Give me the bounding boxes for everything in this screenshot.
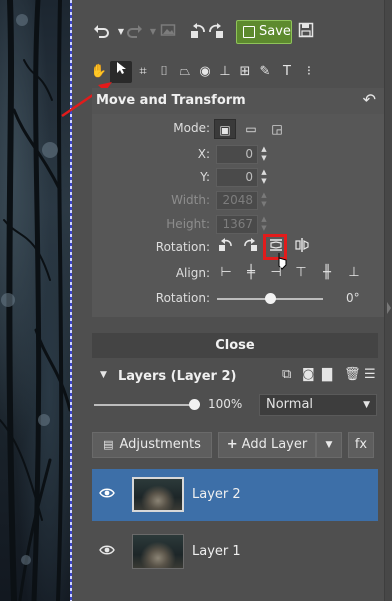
panel-title: Move and Transform [96, 93, 246, 108]
menu-icon[interactable]: ☰ [364, 367, 376, 382]
opacity-slider-knob[interactable] [189, 399, 200, 410]
add-layer-dropdown-icon[interactable]: ▼ [316, 432, 342, 458]
visibility-eye-icon[interactable] [98, 486, 116, 504]
height-stepper-icon[interactable]: ▲ ▼ [260, 215, 268, 234]
layer-name: Layer 2 [192, 487, 241, 502]
top-toolbar: ▼ ▼ Save [84, 16, 384, 48]
save-button[interactable]: Save [236, 20, 292, 44]
grid-icon[interactable]: ⊞ [234, 61, 256, 83]
redo-icon[interactable] [124, 22, 144, 42]
rotate-left-90-icon[interactable] [216, 237, 236, 257]
blend-mode-select[interactable]: Normal ▼ [259, 394, 377, 416]
width-input[interactable]: 2048 [216, 191, 258, 210]
plus-icon: + [226, 437, 238, 452]
x-label: X: [197, 147, 210, 161]
layers-title: Layers (Layer 2) [118, 369, 237, 384]
mode-fill-icon[interactable]: ◲ [266, 119, 288, 139]
rotate-right-90-icon[interactable] [240, 237, 260, 257]
close-button[interactable]: Close [92, 333, 378, 358]
opacity-row: 100% Normal ▼ [92, 392, 384, 418]
height-label: Height: [166, 217, 210, 231]
rotation-label: Rotation: [155, 240, 210, 254]
save-label: Save [259, 24, 291, 39]
rotation-value: 0° [346, 291, 360, 305]
red-eye-icon[interactable]: ◉ [194, 61, 216, 83]
fx-button[interactable]: fx [348, 432, 374, 458]
save-as-icon[interactable] [296, 22, 316, 42]
x-input[interactable]: 0 [216, 145, 258, 164]
align-top-icon[interactable]: ⊤ [291, 263, 311, 283]
width-label: Width: [171, 193, 210, 207]
opacity-value: 100% [208, 397, 243, 411]
height-input[interactable]: 1367 [216, 215, 258, 234]
opacity-slider-track[interactable] [94, 404, 194, 406]
mode-free-icon[interactable]: ▣ [214, 119, 236, 139]
collapse-arrow-icon[interactable] [385, 0, 392, 601]
flip-horizontal-icon[interactable] [292, 237, 312, 257]
align-label: Align: [175, 266, 210, 280]
layers-header: ▼ Layers (Layer 2) ⧉ ◙ ▇ 🗑 ☰ [92, 366, 384, 388]
width-stepper-icon[interactable]: ▲ ▼ [260, 191, 268, 210]
align-right-icon[interactable]: ⊣ [266, 263, 286, 283]
x-stepper-icon[interactable]: ▲ ▼ [260, 145, 268, 164]
clone-icon[interactable]: ⊥ [214, 61, 236, 83]
adjustments-icon: ▤ [103, 438, 114, 451]
panel-scroll-edge[interactable] [384, 0, 392, 601]
layer-name: Layer 1 [192, 544, 241, 559]
rotate-right-icon[interactable] [206, 22, 226, 42]
rotate-left-icon[interactable] [188, 22, 208, 42]
y-input[interactable]: 0 [216, 168, 258, 187]
crop-icon[interactable]: ⌗ [132, 61, 154, 83]
straighten-icon[interactable]: ⌷ [153, 61, 175, 83]
align-bottom-icon[interactable]: ⊥ [344, 263, 364, 283]
image-icon[interactable] [158, 22, 178, 42]
layer-thumbnail [132, 534, 184, 569]
y-stepper-icon[interactable]: ▲ ▼ [260, 168, 268, 187]
layer-mask-icon[interactable]: ◙ [302, 367, 315, 382]
rotation-slider-knob[interactable] [265, 293, 276, 304]
delete-icon[interactable]: 🗑 [344, 367, 361, 382]
save-icon [243, 26, 255, 38]
adjustments-button[interactable]: ▤ Adjustments [92, 432, 212, 458]
align-center-v-icon[interactable]: ╫ [317, 263, 337, 283]
adjustments-label: Adjustments [119, 437, 201, 452]
mode-fit-icon[interactable]: ▭ [240, 119, 262, 139]
visibility-eye-icon[interactable] [98, 543, 116, 561]
align-left-icon[interactable]: ⊢ [216, 263, 236, 283]
align-center-h-icon[interactable]: ╪ [241, 263, 261, 283]
move-transform-panel: Mode: ▣ ▭ ◲ X: 0 ▲ ▼ Y: 0 ▲ ▼ Width: 2048 … [92, 114, 384, 317]
more-icon[interactable]: ⁝ [298, 61, 320, 83]
collapse-chevron-icon[interactable]: ▼ [100, 370, 107, 380]
move-transform-header: Move and Transform ↶ [92, 88, 384, 114]
brush-icon[interactable]: ✎ [254, 61, 276, 83]
layer-actions: ▤ Adjustments + Add Layer ▼ fx [92, 432, 384, 460]
layer-thumbnail [132, 477, 184, 512]
layer-row[interactable]: Layer 1 [92, 526, 378, 578]
tool-row: ✋ ⌗ ⌷ ⏢ ◉ ⊥ ⊞ ✎ T ⁝ [86, 58, 326, 86]
undo-icon[interactable] [92, 22, 112, 42]
layer-row[interactable]: Layer 2 [92, 469, 378, 521]
perspective-icon[interactable]: ⏢ [174, 61, 196, 83]
blend-mode-value: Normal [266, 397, 314, 412]
folder-icon[interactable]: ▇ [322, 367, 332, 382]
add-layer-button[interactable]: + Add Layer [218, 432, 316, 458]
rotation-slider-label: Rotation: [155, 291, 210, 305]
text-icon[interactable]: T [276, 61, 298, 83]
reset-undo-icon[interactable]: ↶ [363, 90, 376, 109]
y-label: Y: [200, 170, 210, 184]
duplicate-layer-icon[interactable]: ⧉ [282, 367, 291, 382]
add-layer-label: Add Layer [241, 437, 308, 452]
dropdown-arrow-icon: ▼ [363, 400, 370, 410]
mode-label: Mode: [173, 121, 210, 135]
